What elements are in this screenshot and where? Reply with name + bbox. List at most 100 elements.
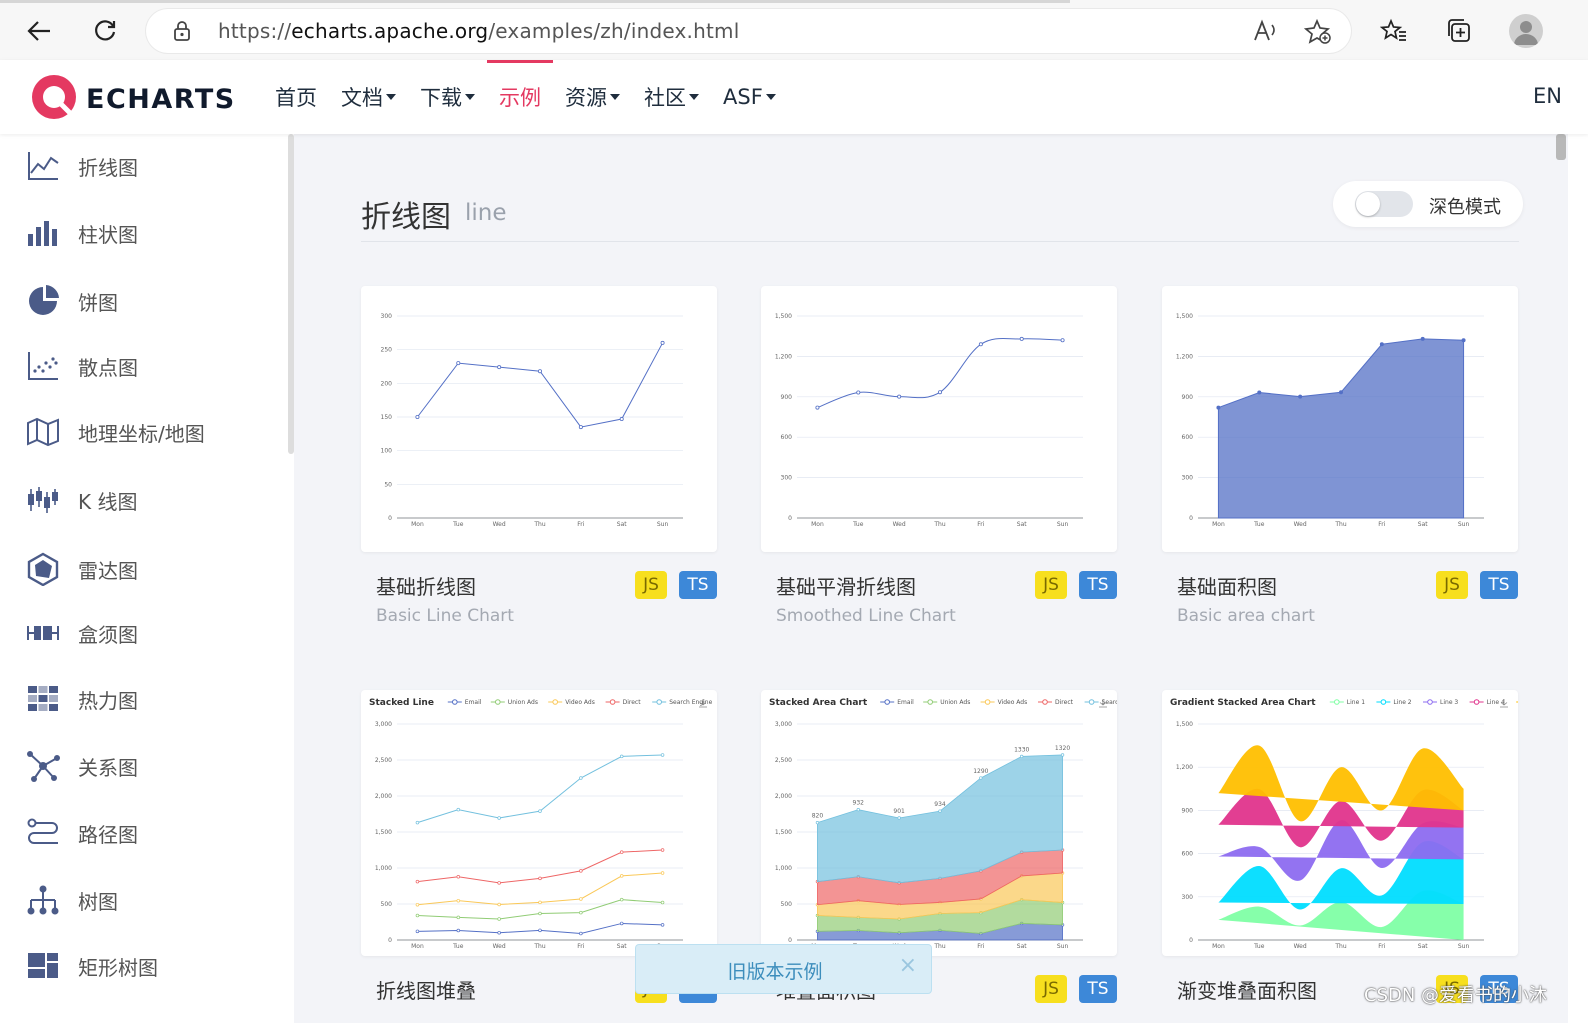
address-bar[interactable]: https://echarts.apache.org/examples/zh/i…	[146, 9, 1351, 53]
x-tick-label: Mon	[1212, 521, 1225, 528]
card-title[interactable]: 渐变堆叠面积图	[1177, 975, 1317, 1004]
radar-icon	[26, 552, 60, 586]
example-card-5[interactable]: 0 300 600 900 1,200 1,500 Mon Tue Wed Thu Fri Sat Su…	[1162, 690, 1518, 956]
sidebar-item-3[interactable]: 散点图	[26, 346, 138, 386]
ts-code-badge[interactable]: TS	[1480, 571, 1518, 599]
arrow-left-icon	[27, 21, 50, 41]
language-switch[interactable]: EN	[1533, 84, 1562, 108]
y-tick-label: 600	[781, 434, 793, 441]
old-version-toast[interactable]: 旧版本示例 ×	[635, 944, 932, 994]
back-button[interactable]	[22, 14, 56, 48]
data-point	[938, 809, 942, 813]
data-point	[897, 394, 902, 399]
js-code-badge[interactable]: JS	[635, 571, 667, 599]
chart-thumbnail: 05001,0001,5002,0002,5003,000MonTueWedTh…	[769, 698, 1117, 950]
x-tick-label: Wed	[1294, 521, 1307, 528]
x-tick-label: Sun	[1458, 521, 1470, 528]
toast-text[interactable]: 旧版本示例	[636, 957, 914, 984]
example-card-0[interactable]: 0 50 100 150 200 250 300 Mon Tue Wed Thu Fri Sat Sun	[361, 286, 717, 552]
card-title[interactable]: 折线图堆叠	[376, 975, 476, 1004]
read-aloud-icon[interactable]	[1252, 19, 1280, 47]
sidebar-item-9[interactable]: 关系图	[26, 746, 138, 786]
toast-close-icon[interactable]: ×	[899, 953, 917, 978]
chart-title: Stacked Line	[369, 698, 434, 708]
sidebar-item-5[interactable]: K 线图	[26, 480, 137, 520]
sidebar-item-10[interactable]: 路径图	[26, 813, 138, 853]
nav-item-1[interactable]: 文档	[341, 60, 396, 134]
example-card-4[interactable]: 05001,0001,5002,0002,5003,000MonTueWedTh…	[761, 690, 1117, 956]
data-point	[579, 869, 583, 873]
sidebar-item-4[interactable]: 地理坐标/地图	[26, 412, 205, 452]
reload-button[interactable]	[88, 14, 122, 48]
treemap-icon	[26, 949, 60, 983]
card-title[interactable]: 基础面积图	[1177, 571, 1277, 600]
data-point	[456, 875, 461, 879]
example-card-3[interactable]: 0 500 1,000 1,500 2,000 2,500 3,000 Mon Tue Wed Th…	[361, 690, 717, 956]
js-code-badge[interactable]: JS	[1035, 975, 1067, 1003]
sidebar-item-6[interactable]: 雷达图	[26, 549, 138, 589]
x-tick-label: Tue	[1253, 521, 1265, 528]
url-text[interactable]: https://echarts.apache.org/examples/zh/i…	[218, 19, 739, 43]
collections-button[interactable]	[1442, 14, 1476, 48]
example-card-1[interactable]: 0 300 600 900 1,200 1,500 Mon Tue Wed Thu Fri Sat Su…	[761, 286, 1117, 552]
data-label: 901	[893, 808, 905, 815]
sidebar-item-0[interactable]: 折线图	[26, 146, 138, 186]
data-point	[579, 776, 583, 780]
sidebar-item-1[interactable]: 柱状图	[26, 213, 138, 253]
card-title[interactable]: 基础平滑折线图	[776, 571, 916, 600]
add-favorite-icon[interactable]	[1303, 18, 1332, 49]
x-tick-label: Tue	[452, 943, 464, 950]
collections-icon	[1448, 19, 1470, 42]
y-tick-label: 0	[1189, 515, 1193, 522]
legend-entry: Union Ads	[508, 699, 538, 706]
sidebar-item-8[interactable]: 热力图	[26, 679, 138, 719]
dark-mode-toggle[interactable]: 深色模式	[1333, 181, 1523, 227]
legend-marker	[984, 699, 991, 705]
y-tick-label: 300	[381, 313, 393, 320]
nav-item-label: 示例	[499, 86, 541, 110]
ts-code-badge[interactable]: TS	[679, 571, 717, 599]
sidebar-item-label: K 线图	[78, 489, 138, 514]
y-tick-label: 1,200	[775, 353, 792, 360]
ts-code-badge[interactable]: TS	[1079, 571, 1117, 599]
js-code-badge[interactable]: JS	[1436, 571, 1468, 599]
sidebar-item-11[interactable]: 树图	[26, 880, 118, 920]
favorites-icon	[1380, 18, 1406, 41]
echarts-logo[interactable]: ECHARTS	[32, 73, 242, 127]
dark-mode-switch[interactable]	[1355, 191, 1413, 217]
favorites-button[interactable]	[1377, 14, 1411, 48]
x-tick-label: Tue	[452, 521, 464, 528]
profile-avatar[interactable]	[1509, 14, 1543, 48]
sidebar-item-2[interactable]: 饼图	[26, 281, 118, 321]
sidebar-scrollbar[interactable]	[288, 134, 294, 454]
sidebar-item-7[interactable]: 盒须图	[26, 613, 138, 653]
data-point	[578, 425, 583, 430]
nav-item-2[interactable]: 下载	[420, 60, 475, 134]
data-point	[456, 807, 461, 812]
ts-code-badge[interactable]: TS	[1079, 975, 1117, 1003]
sidebar-item-12[interactable]: 矩形树图	[26, 946, 158, 986]
data-label: 932	[853, 800, 865, 807]
data-point	[1060, 753, 1065, 757]
scrollbar-thumb[interactable]	[1556, 134, 1566, 160]
nav-item-6[interactable]: ASF	[723, 60, 776, 134]
js-code-badge[interactable]: JS	[1035, 571, 1067, 599]
legend-marker	[1088, 699, 1095, 705]
data-point	[1298, 394, 1303, 399]
y-tick-label: 2,000	[775, 793, 792, 800]
card-title[interactable]: 基础折线图	[376, 571, 476, 600]
nav-item-5[interactable]: 社区	[644, 60, 699, 134]
nav-item-4[interactable]: 资源	[565, 60, 620, 134]
data-point	[897, 816, 901, 820]
data-point	[1020, 754, 1024, 759]
page-scrollbar[interactable]	[1554, 134, 1568, 1023]
nav-item-0[interactable]: 首页	[275, 60, 317, 134]
legend-marker	[1427, 699, 1433, 705]
nav-item-3[interactable]: 示例	[487, 60, 553, 134]
example-card-2[interactable]: 0 300 600 900 1,200 1,500 Mon Tue Wed Thu Fri Sat Su…	[1162, 286, 1518, 552]
x-tick-label: Thu	[933, 943, 945, 950]
lock-icon[interactable]	[172, 20, 192, 46]
y-tick-label: 1,500	[1176, 313, 1193, 320]
sidebar-item-label: 路径图	[78, 822, 138, 847]
x-tick-label: Thu	[1334, 943, 1346, 950]
